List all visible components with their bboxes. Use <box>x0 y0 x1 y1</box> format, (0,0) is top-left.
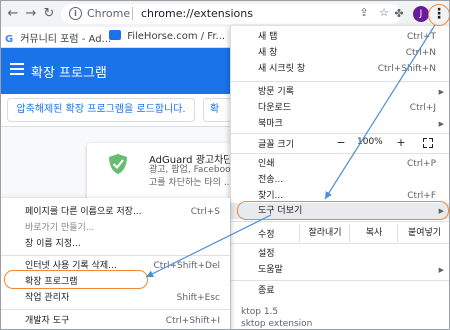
menu-divider <box>231 221 449 222</box>
bookmark-label: 커뮤니티 포럼 - Ad... <box>20 34 112 45</box>
site-info-icon[interactable]: i <box>69 7 82 20</box>
filehorse-icon <box>109 30 121 40</box>
menu-item-label: 도움말 <box>258 265 283 275</box>
submenu-arrow-icon: ▶ <box>438 88 444 96</box>
avatar[interactable]: J <box>413 6 429 22</box>
zoom-value: 100% <box>357 137 383 147</box>
menu-shortcut: Ctrl+S <box>190 207 220 217</box>
hamburger-menu-icon[interactable] <box>10 63 24 78</box>
menu-item-downloads[interactable]: 다운로드 Ctrl+J <box>231 100 449 116</box>
menu-shortcut: Shift+Esc <box>176 293 220 303</box>
submenu-item-save-page[interactable]: 페이지를 다른 이름으로 저장... Ctrl+S <box>1 204 230 220</box>
extension-version: ktop 1.5 <box>241 307 279 317</box>
zoom-row: 글꼴 크기 − 100% + <box>231 134 449 152</box>
menu-item-exit[interactable]: 종료 <box>231 283 449 299</box>
reload-icon[interactable]: ↻ <box>41 6 57 22</box>
arrow-right-icon[interactable]: → <box>23 6 39 22</box>
menu-shortcut: Ctrl+J <box>409 103 436 113</box>
extensions-puzzle-icon[interactable]: ✤ <box>392 7 406 21</box>
google-icon: G <box>5 34 14 45</box>
menu-item-label: 종료 <box>258 286 275 296</box>
menu-item-label: 설정 <box>258 249 275 259</box>
site-label: Chrome <box>87 7 131 20</box>
submenu-item-task-manager[interactable]: 작업 관리자 Shift+Esc <box>1 290 230 306</box>
menu-item-settings[interactable]: 설정 <box>231 246 449 262</box>
extension-description: 광고, 팝업, Facebook 고를 차단하는 타의 ... <box>149 164 237 190</box>
submenu-item-label: 개발자 도구 <box>25 316 70 326</box>
menu-item-cast[interactable]: 전송... <box>231 172 449 188</box>
zoom-in-button[interactable]: + <box>391 136 411 150</box>
extension-desc-line: 광고, 팝업, Facebook <box>149 165 236 175</box>
star-icon[interactable]: ☆ <box>377 6 391 20</box>
more-tools-submenu: 페이지를 다른 이름으로 저장... Ctrl+S 바로가기 만들기... 창 이… <box>1 198 230 329</box>
browser-toolbar: ← → ↻ i Chrome chrome://extensions ⇪ ☆ ✤… <box>1 1 449 27</box>
adguard-shield-icon <box>109 154 127 174</box>
menu-item-help[interactable]: 도움말 ▶ <box>231 262 449 278</box>
menu-item-bookmarks[interactable]: 북마크 ▶ <box>231 116 449 132</box>
load-unpacked-button[interactable]: 압축해제된 확장 프로그램을 로드합니다. <box>7 98 195 122</box>
menu-item-label: 새 시크릿 창 <box>258 64 306 74</box>
zoom-label: 글꼴 크기 <box>258 140 294 150</box>
menu-divider <box>231 81 449 82</box>
menu-divider <box>1 255 230 256</box>
bookmark-label: FileHorse.com / Fr... <box>127 31 226 42</box>
menu-button-highlight <box>428 4 449 26</box>
chrome-main-menu: 새 탭 Ctrl+T 새 창 Ctrl+N 새 시크릿 창 Ctrl+Shift+N … <box>230 26 449 329</box>
page-title: 확장 프로그램 <box>31 66 107 81</box>
zoom-out-button[interactable]: − <box>331 136 351 150</box>
more-tools-highlight <box>237 201 449 220</box>
share-icon[interactable]: ⇪ <box>357 6 371 20</box>
fullscreen-icon[interactable] <box>423 138 433 148</box>
menu-shortcut: Ctrl+Shift+I <box>165 316 220 326</box>
menu-shortcut: Ctrl+T <box>406 32 436 42</box>
bookmark-item[interactable]: G 커뮤니티 포럼 - Ad... <box>5 30 111 45</box>
menu-item-label: 전송... <box>258 175 284 185</box>
submenu-item-label: 바로가기 만들기... <box>25 223 95 233</box>
paste-button[interactable]: 붙여넣기 <box>397 224 449 242</box>
menu-item-label: 새 창 <box>258 48 278 58</box>
menu-shortcut: Ctrl+Shift+N <box>377 64 436 74</box>
menu-shortcut: Ctrl+P <box>407 159 436 169</box>
submenu-item-label: 페이지를 다른 이름으로 저장... <box>25 207 142 217</box>
menu-item-label: 방문 기록 <box>258 87 294 97</box>
copy-button[interactable]: 복사 <box>349 224 398 242</box>
menu-item-new-tab[interactable]: 새 탭 Ctrl+T <box>231 29 449 45</box>
menu-divider <box>231 153 449 154</box>
extensions-highlight <box>4 270 148 289</box>
edit-row: 수정 잘라내기 복사 붙여넣기 <box>231 224 449 242</box>
submenu-item-name-window[interactable]: 창 이름 지정... <box>1 236 230 252</box>
cut-button[interactable]: 잘라내기 <box>299 224 350 242</box>
menu-item-new-incognito[interactable]: 새 시크릿 창 Ctrl+Shift+N <box>231 61 449 77</box>
extension-card: AdGuard 광고차단기 광고, 팝업, Facebook 고를 차단하는 타… <box>87 143 242 205</box>
bookmark-item[interactable]: FileHorse.com / Fr... <box>109 30 225 42</box>
menu-item-label: 새 탭 <box>258 32 278 42</box>
omnibox-divider <box>132 7 133 20</box>
menu-divider <box>1 309 230 310</box>
extension-id: sktop extension <box>241 319 313 329</box>
menu-item-history[interactable]: 방문 기록 ▶ <box>231 84 449 100</box>
menu-item-new-window[interactable]: 새 창 Ctrl+N <box>231 45 449 61</box>
submenu-item-label: 작업 관리자 <box>25 293 70 303</box>
address-bar[interactable]: i Chrome chrome://extensions ⇪ ☆ <box>61 4 401 24</box>
menu-item-label: 북마크 <box>258 119 283 129</box>
menu-item-label: 다운로드 <box>258 103 292 113</box>
menu-shortcut: Ctrl+N <box>405 48 436 58</box>
submenu-arrow-icon: ▶ <box>438 120 444 128</box>
url-text[interactable]: chrome://extensions <box>141 7 253 20</box>
menu-divider <box>231 280 449 281</box>
submenu-item-label: 창 이름 지정... <box>25 239 81 249</box>
menu-item-print[interactable]: 인쇄 Ctrl+P <box>231 156 449 172</box>
edit-label: 수정 <box>258 230 275 240</box>
submenu-arrow-icon: ▶ <box>438 266 444 274</box>
menu-divider <box>231 243 449 244</box>
submenu-item-create-shortcut[interactable]: 바로가기 만들기... <box>1 220 230 236</box>
extension-desc-line: 고를 차단하는 타의 ... <box>149 178 233 188</box>
submenu-item-dev-tools[interactable]: 개발자 도구 Ctrl+Shift+I <box>1 313 230 329</box>
menu-item-label: 인쇄 <box>258 159 275 169</box>
menu-shortcut: Ctrl+Shift+Del <box>153 261 220 271</box>
browser-window: ← → ↻ i Chrome chrome://extensions ⇪ ☆ ✤… <box>0 0 450 330</box>
arrow-left-icon[interactable]: ← <box>5 6 21 22</box>
